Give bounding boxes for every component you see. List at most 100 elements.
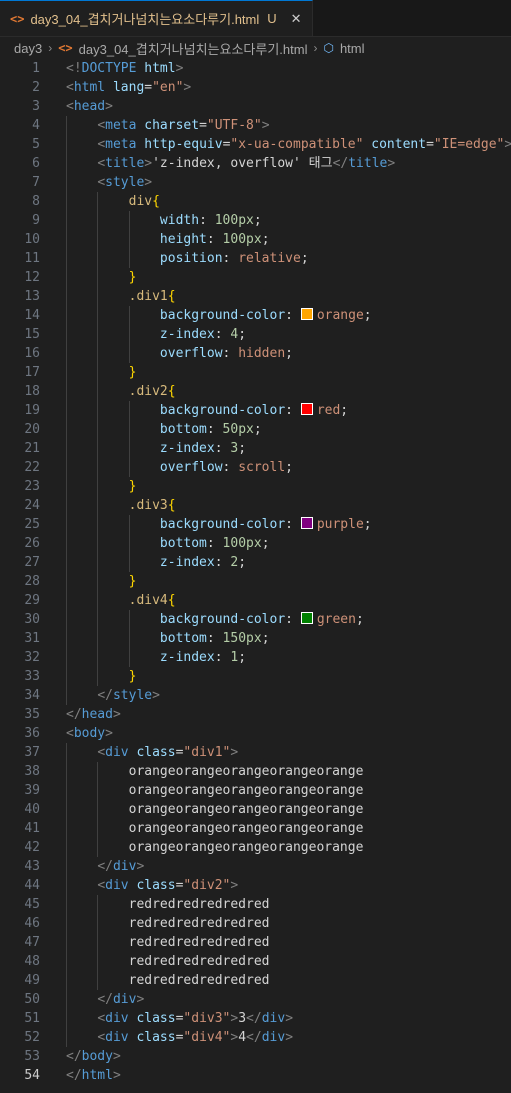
code-line[interactable]: 39 orangeorangeorangeorangeorange	[0, 781, 511, 800]
code-line[interactable]: 27 z-index: 2;	[0, 553, 511, 572]
line-number: 7	[32, 175, 40, 190]
code-token: background-color	[159, 612, 286, 627]
indent-guide	[97, 401, 99, 420]
code-token: =	[426, 137, 434, 152]
code-line[interactable]: 15 z-index: 4;	[0, 325, 511, 344]
line-number: 22	[24, 460, 40, 475]
indent-guide	[97, 458, 99, 477]
code-token: >	[230, 745, 239, 760]
code-token: div	[105, 1030, 129, 1045]
code-line[interactable]: 51 <div class="div3">3</div>	[0, 1009, 511, 1028]
code-line[interactable]: 41 orangeorangeorangeorangeorange	[0, 819, 511, 838]
code-token: ;	[300, 251, 309, 266]
indent-guide	[97, 363, 99, 382]
code-line[interactable]: 50 </div>	[0, 990, 511, 1009]
code-line[interactable]: 32 z-index: 1;	[0, 648, 511, 667]
code-line[interactable]: 12 }	[0, 268, 511, 287]
code-line[interactable]: 17 }	[0, 363, 511, 382]
indent-guide	[97, 344, 99, 363]
close-icon[interactable]: ✕	[291, 11, 302, 27]
code-line[interactable]: 36 <body>	[0, 724, 511, 743]
code-line[interactable]: 7 <style>	[0, 173, 511, 192]
code-text: .div3{	[40, 496, 511, 515]
code-text: </style>	[40, 686, 511, 705]
code-line[interactable]: 1 <!DOCTYPE html>	[0, 59, 511, 78]
code-line[interactable]: 22 overflow: scroll;	[0, 458, 511, 477]
line-number: 28	[24, 574, 40, 589]
code-line[interactable]: 29 .div4{	[0, 591, 511, 610]
code-line[interactable]: 40 orangeorangeorangeorangeorange	[0, 800, 511, 819]
breadcrumb-file[interactable]: day3_04_겹치거나넘치는요소다루기.html	[79, 39, 308, 58]
indent-guide	[66, 591, 67, 610]
color-swatch-icon[interactable]	[300, 403, 313, 415]
code-line[interactable]: 38 orangeorangeorangeorangeorange	[0, 762, 511, 781]
code-line[interactable]: 46 redredredredredred	[0, 914, 511, 933]
code-line[interactable]: 13 .div1{	[0, 287, 511, 306]
code-line[interactable]: 23 }	[0, 477, 511, 496]
code-line[interactable]: 25 background-color: purple;	[0, 515, 511, 534]
code-editor[interactable]: 1 <!DOCTYPE html> 2 <html lang="en"> 3 <head>…	[0, 59, 511, 1085]
code-line[interactable]: 18 .div2{	[0, 382, 511, 401]
code-line[interactable]: 45 redredredredredred	[0, 895, 511, 914]
code-line[interactable]: 14 background-color: orange;	[0, 306, 511, 325]
code-line[interactable]: 33 }	[0, 667, 511, 686]
code-token: class	[136, 1030, 176, 1045]
indent-guide	[66, 857, 67, 876]
code-line[interactable]: 54 </html>	[0, 1066, 511, 1085]
code-token: }	[128, 479, 137, 494]
line-number: 3	[32, 99, 40, 114]
code-line[interactable]: 48 redredredredredred	[0, 952, 511, 971]
code-line[interactable]: 37 <div class="div1">	[0, 743, 511, 762]
code-token: >	[285, 1011, 294, 1026]
code-line[interactable]: 42 orangeorangeorangeorangeorange	[0, 838, 511, 857]
indent-guide	[66, 420, 67, 439]
code-text: height: 100px;	[40, 230, 511, 249]
code-line[interactable]: 16 overflow: hidden;	[0, 344, 511, 363]
code-line[interactable]: 11 position: relative;	[0, 249, 511, 268]
code-text: </div>	[40, 990, 511, 1009]
code-line[interactable]: 30 background-color: green;	[0, 610, 511, 629]
code-token: >	[504, 137, 511, 152]
code-line[interactable]: 52 <div class="div4">4</div>	[0, 1028, 511, 1047]
code-line[interactable]: 34 </style>	[0, 686, 511, 705]
code-line[interactable]: 47 redredredredredred	[0, 933, 511, 952]
code-line[interactable]: 35 </head>	[0, 705, 511, 724]
code-line[interactable]: 26 bottom: 100px;	[0, 534, 511, 553]
breadcrumb-symbol[interactable]: html	[340, 41, 365, 56]
color-swatch-icon[interactable]	[300, 308, 313, 320]
code-token: :	[206, 232, 223, 247]
code-line[interactable]: 53 </body>	[0, 1047, 511, 1066]
code-line[interactable]: 21 z-index: 3;	[0, 439, 511, 458]
code-token: }	[128, 669, 137, 684]
code-line[interactable]: 10 height: 100px;	[0, 230, 511, 249]
code-line[interactable]: 4 <meta charset="UTF-8">	[0, 116, 511, 135]
editor-tab-bar: <> day3_04_겹치거나넘치는요소다루기.html U ✕	[0, 0, 511, 37]
breadcrumb-folder[interactable]: day3	[14, 41, 42, 56]
indent-guide	[66, 211, 67, 230]
code-line[interactable]: 43 </div>	[0, 857, 511, 876]
color-swatch-icon[interactable]	[300, 612, 313, 624]
code-line[interactable]: 6 <title>'z-index, overflow' 태그</title>	[0, 154, 511, 173]
code-line[interactable]: 2 <html lang="en">	[0, 78, 511, 97]
code-line[interactable]: 9 width: 100px;	[0, 211, 511, 230]
code-line[interactable]: 44 <div class="div2">	[0, 876, 511, 895]
code-line[interactable]: 5 <meta http-equiv = "x-ua-compatible" con…	[0, 135, 511, 154]
code-line[interactable]: 24 .div3{	[0, 496, 511, 515]
code-token: 100px	[222, 232, 262, 247]
code-text: <style>	[40, 173, 511, 192]
code-line[interactable]: 19 background-color: red;	[0, 401, 511, 420]
tab-html-file[interactable]: <> day3_04_겹치거나넘치는요소다루기.html U ✕	[0, 0, 313, 36]
code-token: :	[214, 555, 231, 570]
line-number: 14	[24, 308, 40, 323]
indent-guide	[97, 667, 99, 686]
code-line[interactable]: 20 bottom: 50px;	[0, 420, 511, 439]
code-line[interactable]: 3 <head>	[0, 97, 511, 116]
color-swatch-icon[interactable]	[300, 517, 313, 529]
code-line[interactable]: 28 }	[0, 572, 511, 591]
code-line[interactable]: 31 bottom: 150px;	[0, 629, 511, 648]
code-line[interactable]: 49 redredredredredred	[0, 971, 511, 990]
code-line[interactable]: 8 div{	[0, 192, 511, 211]
code-text: z-index: 1;	[40, 648, 511, 667]
